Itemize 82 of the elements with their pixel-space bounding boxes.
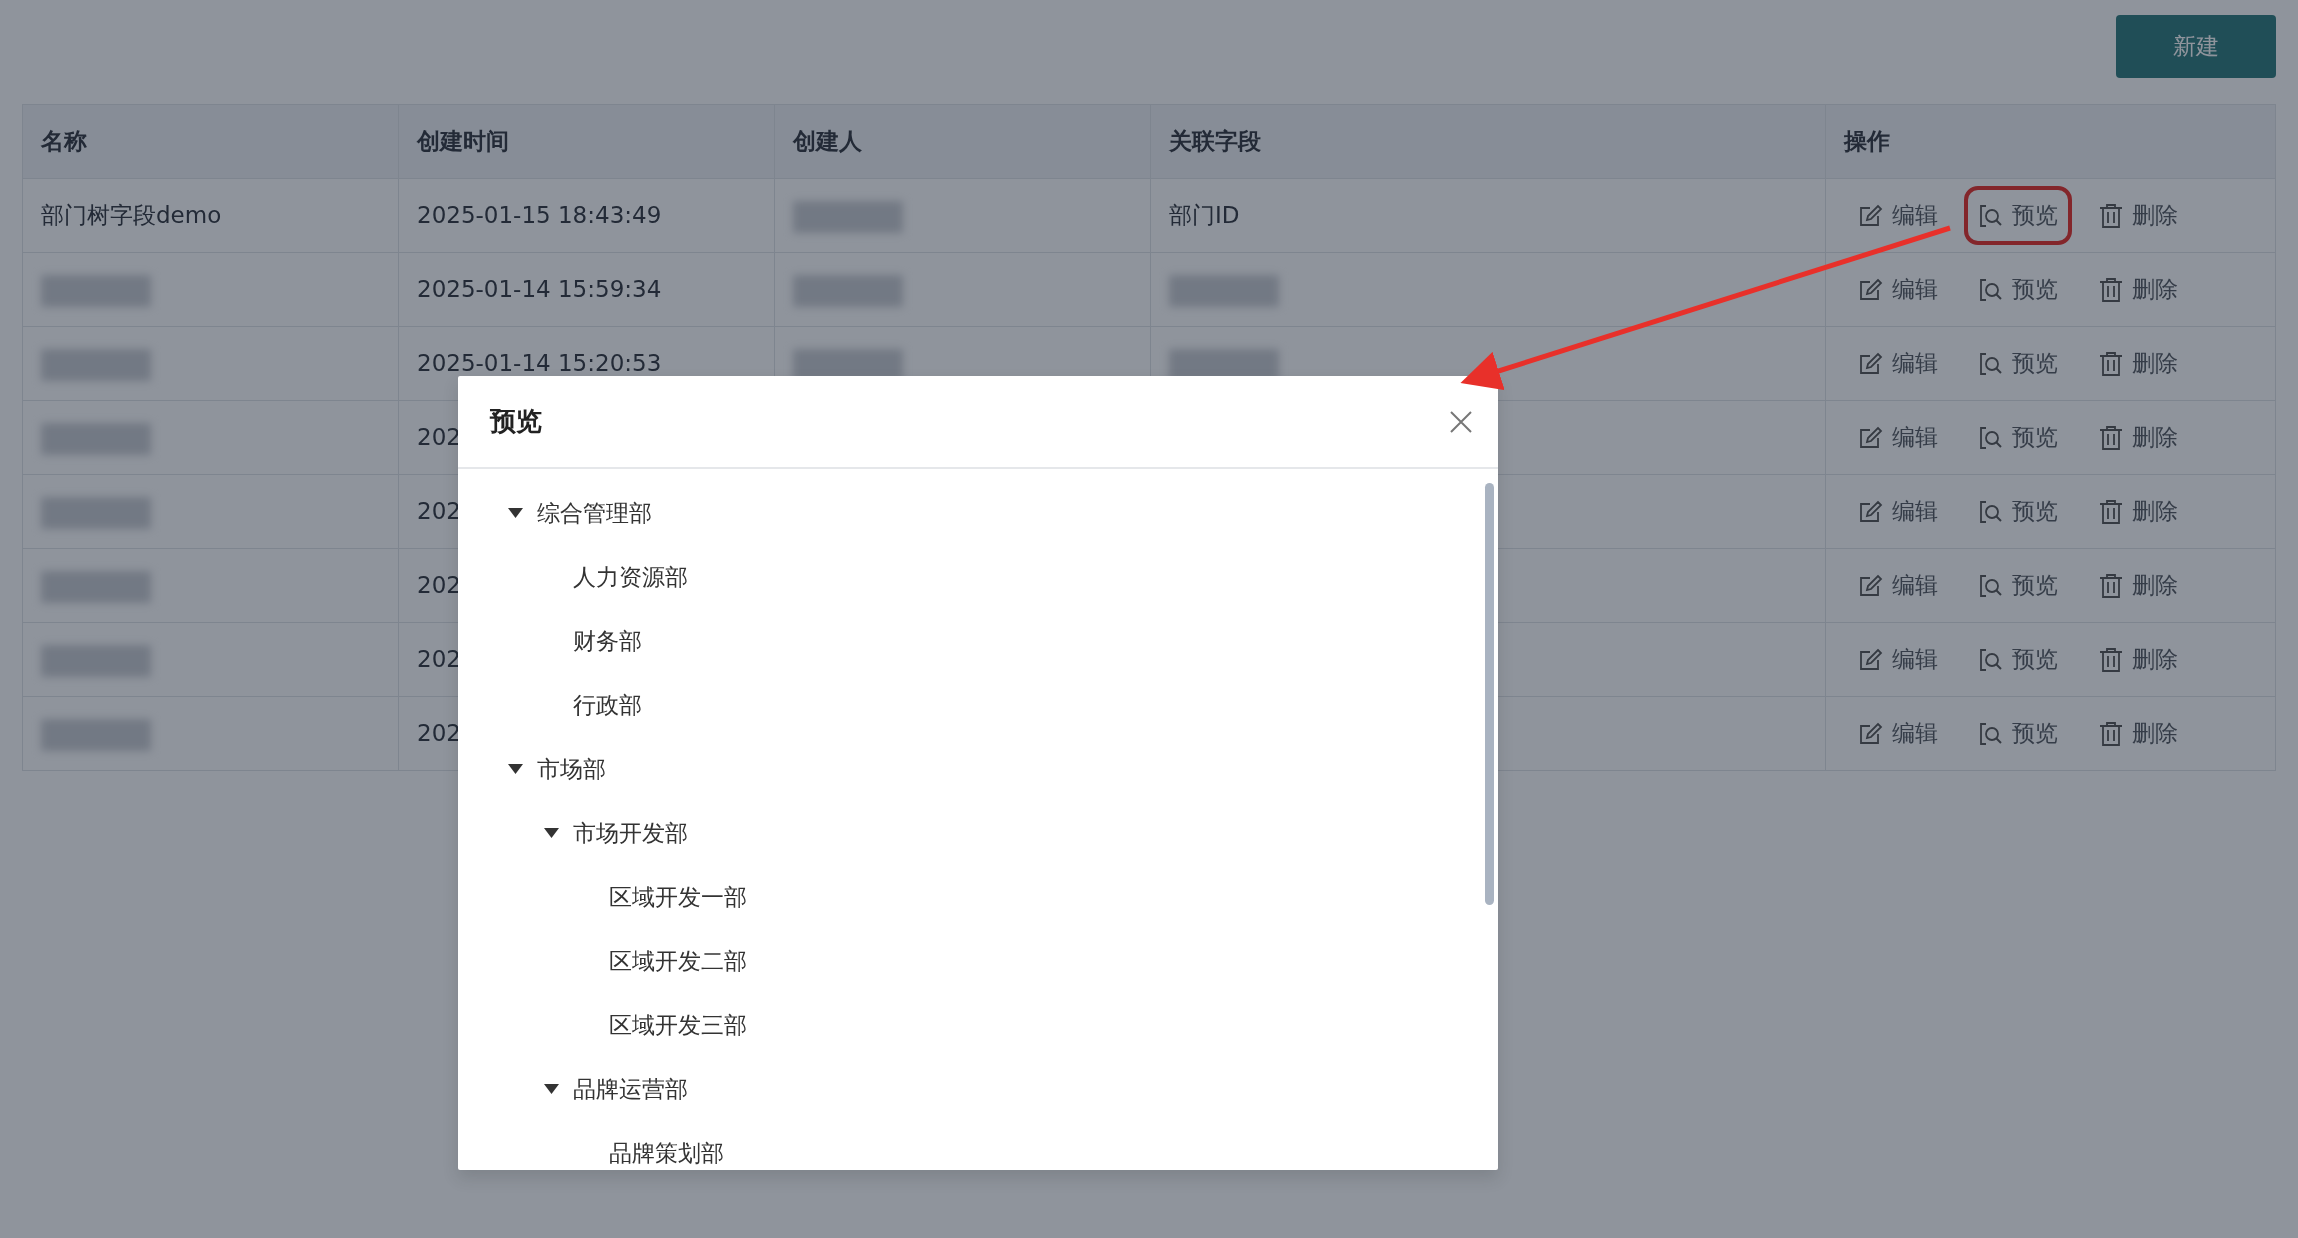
- scrollbar-thumb[interactable]: [1485, 483, 1494, 905]
- preview-icon: [1978, 424, 2004, 451]
- tree-node[interactable]: 综合管理部: [508, 481, 1498, 545]
- timestamp-text: 202: [417, 498, 461, 525]
- preview-icon: [1978, 720, 2004, 747]
- edit-icon: [1858, 424, 1884, 451]
- edit-link[interactable]: 编辑: [1844, 260, 1952, 319]
- tree-node[interactable]: 区域开发一部: [508, 865, 1498, 929]
- trash-icon: [2098, 498, 2124, 525]
- edit-link[interactable]: 编辑: [1844, 186, 1952, 245]
- preview-link[interactable]: 预览: [1964, 260, 2072, 319]
- trash-icon: [2098, 202, 2124, 229]
- timestamp-text: 202: [417, 646, 461, 673]
- preview-icon: [1978, 572, 2004, 599]
- preview-icon: [1978, 646, 2004, 673]
- tree-node[interactable]: 品牌策划部: [508, 1121, 1498, 1170]
- preview-link[interactable]: 预览: [1964, 482, 2072, 541]
- preview-icon: [1978, 202, 2004, 229]
- column-header: 名称: [22, 104, 399, 179]
- tree-node[interactable]: 人力资源部: [508, 545, 1498, 609]
- caret-icon[interactable]: [508, 764, 523, 774]
- timestamp-text: 202: [417, 572, 461, 599]
- trash-icon: [2098, 276, 2124, 303]
- tree-node[interactable]: 市场开发部: [508, 801, 1498, 865]
- delete-link[interactable]: 删除: [2084, 260, 2192, 319]
- preview-link[interactable]: 预览: [1964, 556, 2072, 615]
- edit-link[interactable]: 编辑: [1844, 630, 1952, 689]
- edit-icon: [1858, 572, 1884, 599]
- edit-link[interactable]: 编辑: [1844, 482, 1952, 541]
- trash-icon: [2098, 572, 2124, 599]
- trash-icon: [2098, 646, 2124, 673]
- preview-link[interactable]: 预览: [1964, 186, 2072, 245]
- delete-link[interactable]: 删除: [2084, 630, 2192, 689]
- delete-link[interactable]: 删除: [2084, 186, 2192, 245]
- timestamp-text: 2025-01-15 18:43:49: [417, 202, 662, 229]
- edit-icon: [1858, 720, 1884, 747]
- delete-link[interactable]: 删除: [2084, 704, 2192, 763]
- trash-icon: [2098, 350, 2124, 377]
- timestamp-text: 2025-01-14 15:20:53: [417, 350, 662, 377]
- edit-icon: [1858, 498, 1884, 525]
- tree-node[interactable]: 市场部: [508, 737, 1498, 801]
- preview-link[interactable]: 预览: [1964, 334, 2072, 393]
- caret-icon[interactable]: [508, 508, 523, 518]
- name-text: 部门树字段demo: [41, 202, 222, 229]
- column-header: 操作: [1825, 104, 2276, 179]
- timestamp-text: 202: [417, 720, 461, 747]
- caret-icon[interactable]: [544, 828, 559, 838]
- trash-icon: [2098, 720, 2124, 747]
- column-header: 创建人: [774, 104, 1151, 179]
- delete-link[interactable]: 删除: [2084, 334, 2192, 393]
- tree-node[interactable]: 行政部: [508, 673, 1498, 737]
- delete-link[interactable]: 删除: [2084, 408, 2192, 467]
- edit-icon: [1858, 350, 1884, 377]
- edit-link[interactable]: 编辑: [1844, 704, 1952, 763]
- delete-link[interactable]: 删除: [2084, 482, 2192, 541]
- tree-node[interactable]: 区域开发三部: [508, 993, 1498, 1057]
- preview-icon: [1978, 276, 2004, 303]
- preview-icon: [1978, 498, 2004, 525]
- timestamp-text: 2025-01-14 15:59:34: [417, 276, 662, 303]
- preview-link[interactable]: 预览: [1964, 630, 2072, 689]
- close-icon: [1448, 408, 1474, 435]
- preview-icon: [1978, 350, 2004, 377]
- edit-icon: [1858, 202, 1884, 229]
- new-button[interactable]: 新建: [2116, 15, 2276, 78]
- tree-node[interactable]: 品牌运营部: [508, 1057, 1498, 1121]
- edit-link[interactable]: 编辑: [1844, 556, 1952, 615]
- preview-link[interactable]: 预览: [1964, 704, 2072, 763]
- column-header: 创建时间: [398, 104, 775, 179]
- delete-link[interactable]: 删除: [2084, 556, 2192, 615]
- edit-icon: [1858, 646, 1884, 673]
- edit-link[interactable]: 编辑: [1844, 408, 1952, 467]
- tree-node[interactable]: 区域开发二部: [508, 929, 1498, 993]
- edit-link[interactable]: 编辑: [1844, 334, 1952, 393]
- caret-icon[interactable]: [544, 1084, 559, 1094]
- trash-icon: [2098, 424, 2124, 451]
- column-header: 关联字段: [1150, 104, 1826, 179]
- timestamp-text: 202: [417, 424, 461, 451]
- dialog-title: 预览: [490, 405, 542, 438]
- field-text: 部门ID: [1169, 202, 1240, 229]
- preview-link[interactable]: 预览: [1964, 408, 2072, 467]
- edit-icon: [1858, 276, 1884, 303]
- tree-node[interactable]: 财务部: [508, 609, 1498, 673]
